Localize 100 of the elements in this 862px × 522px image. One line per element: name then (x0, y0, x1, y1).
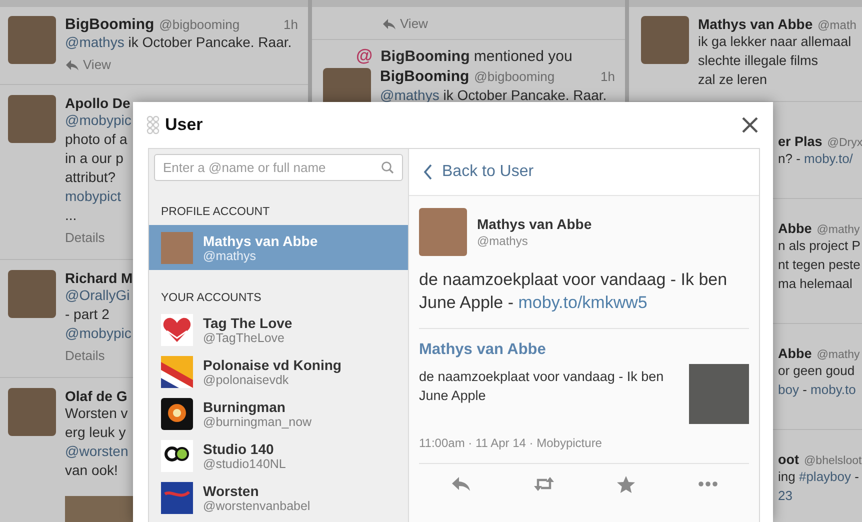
user-handle: @bhelsloot (804, 455, 862, 467)
account-name: Polonaise vd Koning (203, 357, 342, 373)
user-name[interactable]: Mathys van Abbe (698, 16, 813, 32)
reply-icon (382, 18, 396, 30)
reply-icon (65, 58, 79, 70)
tweet-text: boy - moby.to (778, 381, 856, 399)
account-item[interactable]: Burningman @burningman_now (149, 393, 408, 435)
user-name[interactable]: Olaf de G (65, 388, 128, 404)
link[interactable]: @OrallyGi (65, 287, 130, 303)
user-name[interactable]: BigBooming (65, 16, 154, 33)
reply-icon[interactable] (450, 476, 470, 492)
account-name: Studio 140 (203, 441, 275, 457)
tweet-text: attribut? (65, 168, 116, 187)
search-icon (381, 161, 394, 174)
tweet-text: or geen goud (778, 362, 855, 380)
lettering-logo[interactable] (161, 482, 193, 514)
account-handle: @studio140NL (203, 457, 286, 471)
action-link[interactable]: Details (65, 348, 105, 363)
column-icon (146, 115, 160, 135)
tweet-text: ... (65, 206, 77, 225)
user-handle: @mathy (816, 349, 860, 361)
timestamp: 1h (284, 17, 298, 32)
account-name: Mathys van Abbe (203, 232, 318, 248)
tweet-text: ing #playboy - (778, 468, 859, 486)
account-handle: @worstenvanbabel (203, 499, 310, 513)
tweet-text: @mathys ik October Pancake. Raar. (65, 33, 292, 52)
stripes-logo[interactable] (161, 356, 193, 388)
user-handle: @mathys (477, 234, 529, 248)
burst-logo[interactable] (161, 398, 193, 430)
tweet-text: nt tegen peste (778, 256, 860, 274)
link[interactable]: boy (778, 382, 799, 397)
mention-text: BigBooming mentioned you (380, 48, 572, 64)
account-item[interactable]: Tag The Love @TagTheLove (149, 309, 408, 351)
search-input[interactable]: Enter a @name or full name (163, 156, 375, 179)
account-handle: @TagTheLove (203, 331, 286, 345)
link[interactable]: moby.to/kmkww5 (518, 293, 648, 312)
account-name: Burningman (203, 399, 286, 415)
star-icon[interactable] (616, 476, 634, 492)
tweet-text: n? - moby.to/ (778, 150, 853, 168)
ring-logo[interactable] (161, 440, 193, 472)
account-item[interactable]: Polonaise vd Koning @polonaisevdk (149, 351, 408, 393)
link[interactable]: #playboy (798, 469, 852, 484)
account-item[interactable]: Worsten @worstenvanbabel (149, 477, 408, 519)
more-icon[interactable] (698, 481, 718, 487)
action-link[interactable]: Details (65, 230, 105, 245)
section-heading: PROFILE ACCOUNT (160, 205, 271, 220)
link[interactable]: 23 (778, 488, 792, 503)
link[interactable]: @worsten (65, 443, 128, 459)
account-item[interactable]: Studio 140 @studio140NL (149, 435, 408, 477)
user-name[interactable]: Apollo De (65, 95, 130, 111)
tweet-text: slechte illegale films (698, 52, 818, 70)
card-text: de naamzoekplaat voor vandaag - Ik ben June Apple (419, 368, 665, 405)
timestamp: 1h (600, 69, 615, 84)
account-item[interactable]: Mathys van Abbe @mathys (149, 225, 408, 270)
tweet-text: photo of a (65, 130, 128, 149)
tweet-text: van ook! (65, 461, 118, 480)
user-handle: @mathy (816, 224, 860, 236)
chevron-icon (423, 164, 433, 180)
account-name: Tag The Love (203, 315, 292, 331)
user-handle: @bigbooming (474, 69, 555, 84)
search-field[interactable]: Enter a @name or full name (154, 154, 403, 181)
user-name[interactable]: Abbe (778, 221, 812, 236)
tweet-text: ik ga lekker naar allemaal (698, 33, 852, 51)
tweet-text: @mathys ik October Pancake. Raar. (380, 86, 607, 104)
section-heading: YOUR ACCOUNTS (160, 291, 262, 306)
account-handle: @polonaisevdk (203, 373, 290, 387)
link[interactable]: moby.to/ (804, 151, 853, 166)
user-name[interactable]: BigBooming (380, 68, 470, 85)
tweet-text: erg leuk y (65, 423, 126, 442)
dialog-title: User (165, 115, 203, 135)
tweet-text: zal ze leren (698, 71, 768, 89)
tweet-text: Worsten v (65, 404, 128, 423)
user-name[interactable]: er Plas (778, 134, 822, 149)
user-name[interactable]: Abbe (778, 346, 812, 361)
link[interactable]: @mathys (380, 87, 440, 103)
tweet-text: in a our p (65, 149, 124, 168)
action-link[interactable]: View (65, 57, 111, 72)
heart-logo[interactable] (161, 314, 193, 346)
account-name: Worsten (203, 483, 260, 499)
retweet-icon[interactable] (534, 476, 554, 492)
tweet-text: ma helemaal (778, 275, 852, 293)
account-handle: @mathys (203, 248, 257, 262)
account-handle: @burningman_now (203, 415, 312, 429)
action-link[interactable]: View (382, 16, 428, 31)
tweet-text: - part 2 (65, 305, 110, 324)
card-title[interactable]: Mathys van Abbe (419, 341, 749, 359)
link[interactable]: @mobypic (65, 112, 132, 128)
user-name[interactable]: oot (778, 452, 799, 467)
back-button[interactable]: Back to User (409, 149, 759, 196)
link[interactable]: @mobypic (65, 325, 132, 341)
tweet-text: n als project P (778, 237, 860, 255)
user-name[interactable]: Mathys van Abbe (477, 216, 592, 232)
link[interactable]: moby.to (810, 382, 856, 397)
tweet-text: de naamzoekplaat voor vandaag - Ik ben June Apple - moby.to/kmkww5 (419, 269, 728, 314)
link[interactable]: mobypict (65, 188, 122, 204)
mention-icon: @ (356, 46, 373, 66)
link[interactable]: @mathys (65, 34, 124, 50)
user-name[interactable]: Richard M (65, 270, 133, 286)
user-handle: @bigbooming (159, 17, 240, 32)
close-icon[interactable] (741, 116, 759, 134)
